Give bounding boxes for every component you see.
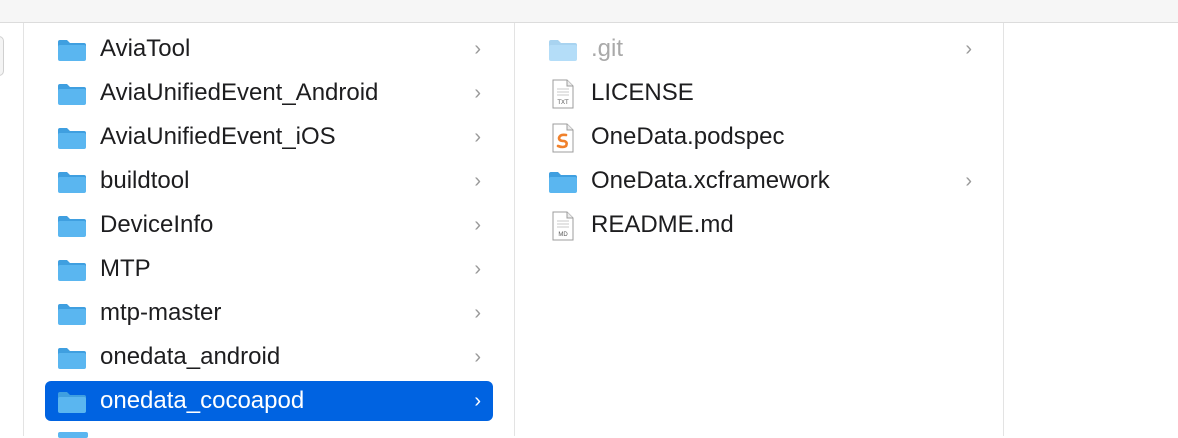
folder-icon — [57, 126, 87, 150]
chevron-right-icon: › — [474, 82, 481, 104]
item-label: AviaUnifiedEvent_iOS — [100, 123, 336, 150]
list-item[interactable]: OneData.podspec — [536, 117, 984, 157]
column-divider[interactable] — [514, 23, 515, 436]
list-item[interactable]: AviaUnifiedEvent_iOS › — [45, 117, 493, 157]
markdown-file-icon: MD — [548, 211, 578, 241]
folder-icon — [57, 390, 87, 414]
chevron-right-icon: › — [474, 302, 481, 324]
chevron-right-icon: › — [965, 170, 972, 192]
chevron-right-icon: › — [474, 170, 481, 192]
svg-text:MD: MD — [558, 232, 568, 238]
folder-icon — [57, 170, 87, 194]
folder-icon — [58, 432, 88, 438]
item-label: MTP — [100, 255, 151, 282]
item-label: mtp-master — [100, 299, 222, 326]
item-label: AviaUnifiedEvent_Android — [100, 79, 379, 106]
list-item[interactable]: MTP › — [45, 249, 493, 289]
previous-column-edge — [0, 36, 4, 76]
window-top-bar — [0, 0, 1178, 23]
svg-text:TXT: TXT — [557, 100, 569, 106]
list-item[interactable]: onedata_android › — [45, 337, 493, 377]
item-label: buildtool — [100, 167, 190, 194]
list-item[interactable]: OneData.xcframework › — [536, 161, 984, 201]
chevron-right-icon: › — [474, 38, 481, 60]
chevron-right-icon: › — [474, 214, 481, 236]
column-parent: AviaTool › AviaUnifiedEvent_Android › AviaUn… — [45, 29, 493, 425]
list-item[interactable]: AviaTool › — [45, 29, 493, 69]
folder-icon — [57, 38, 87, 62]
text-file-icon: TXT — [548, 79, 578, 109]
item-label: OneData.xcframework — [591, 167, 830, 194]
chevron-right-icon: › — [474, 258, 481, 280]
list-item[interactable]: buildtool › — [45, 161, 493, 201]
list-item[interactable]: mtp-master › — [45, 293, 493, 333]
item-label: OneData.podspec — [591, 123, 785, 150]
folder-icon — [57, 302, 87, 326]
folder-icon — [57, 346, 87, 370]
column-divider[interactable] — [1003, 23, 1004, 436]
list-item[interactable]: DeviceInfo › — [45, 205, 493, 245]
chevron-right-icon: › — [474, 346, 481, 368]
folder-icon — [57, 214, 87, 238]
list-item[interactable]: AviaUnifiedEvent_Android › — [45, 73, 493, 113]
chevron-right-icon: › — [474, 390, 481, 412]
list-item[interactable]: .git › — [536, 29, 984, 69]
column-divider[interactable] — [23, 23, 24, 436]
list-item[interactable]: MD README.md — [536, 205, 984, 245]
folder-icon — [57, 258, 87, 282]
item-label: README.md — [591, 211, 734, 238]
item-label: .git — [591, 35, 624, 62]
chevron-right-icon: › — [474, 126, 481, 148]
list-item[interactable]: TXT LICENSE — [536, 73, 984, 113]
chevron-right-icon: › — [965, 38, 972, 60]
swift-file-icon — [548, 123, 578, 153]
item-label: LICENSE — [591, 79, 694, 106]
item-label: onedata_android — [100, 343, 281, 370]
folder-icon — [57, 82, 87, 106]
item-label: AviaTool — [100, 35, 191, 62]
item-label: onedata_cocoapod — [100, 387, 305, 414]
column-contents: .git › TXT LICENSE OneData.podspec OneData.xc… — [536, 29, 984, 249]
folder-icon — [548, 170, 578, 194]
list-item[interactable]: onedata_cocoapod › — [45, 381, 493, 421]
folder-icon — [548, 38, 578, 62]
item-label: DeviceInfo — [100, 211, 214, 238]
